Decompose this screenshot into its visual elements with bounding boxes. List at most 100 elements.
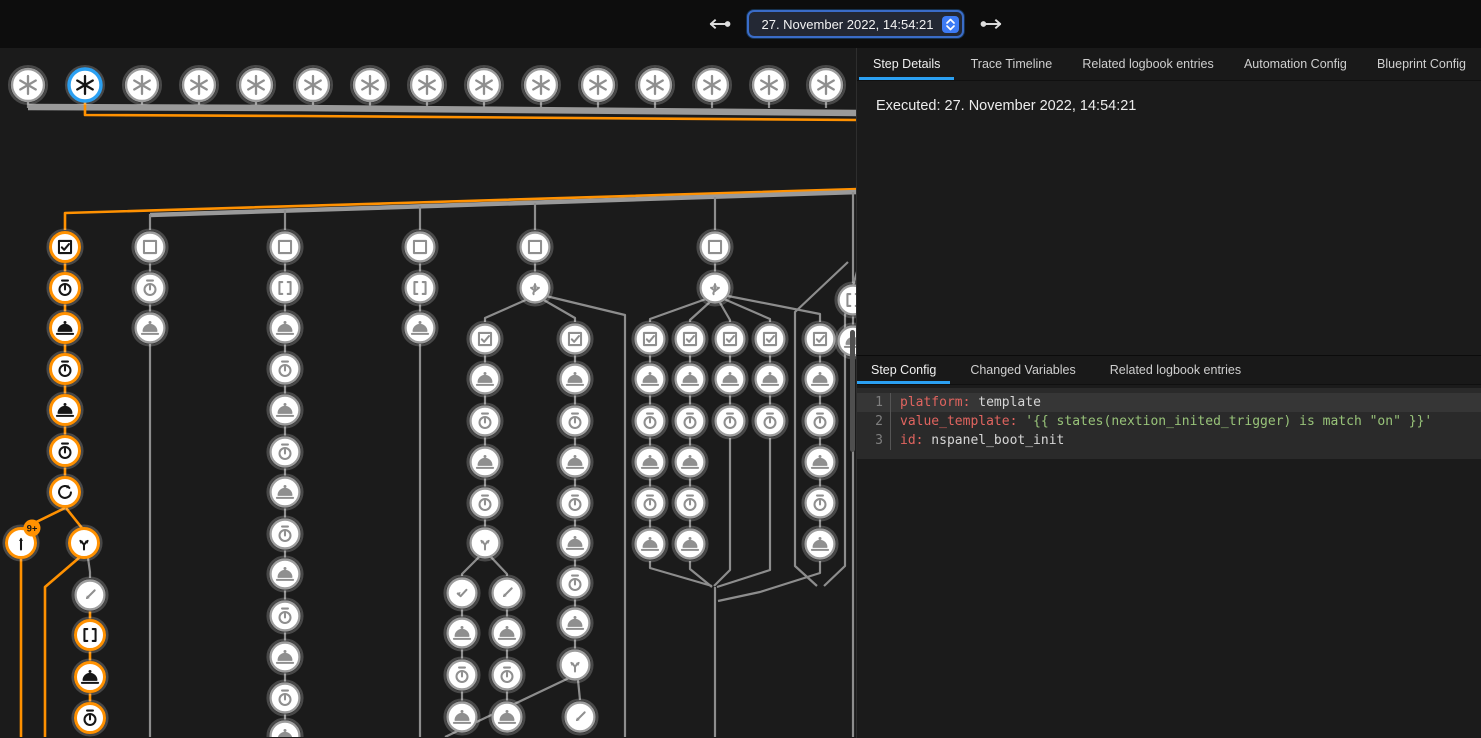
trace-node-service[interactable] <box>445 700 480 735</box>
trace-node-asterisk[interactable] <box>351 66 389 104</box>
trace-node-checkbox-marked[interactable] <box>753 322 788 357</box>
trace-node-asterisk[interactable] <box>237 66 275 104</box>
trace-node-checkbox-marked[interactable] <box>673 322 708 357</box>
trace-node-timer[interactable] <box>558 404 593 439</box>
trace-node-timer[interactable] <box>490 658 525 693</box>
tab-step-details[interactable]: Step Details <box>859 48 954 80</box>
code-editor[interactable]: 1platform: template2value_template: '{{ … <box>857 388 1481 459</box>
trace-node-timer[interactable] <box>268 599 303 634</box>
trace-node-service[interactable] <box>633 527 668 562</box>
trace-node-service[interactable] <box>403 311 438 346</box>
trace-node-checkbox-blank[interactable] <box>133 230 168 265</box>
trace-node-fork[interactable] <box>558 648 593 683</box>
tab-step-config[interactable]: Step Config <box>857 356 950 384</box>
trace-node-service[interactable] <box>268 475 303 510</box>
trace-node-service[interactable] <box>268 393 303 428</box>
trace-node-timer[interactable] <box>713 404 748 439</box>
trace-node-timer[interactable] <box>268 435 303 470</box>
trace-node-service[interactable] <box>803 445 838 480</box>
trace-node-service[interactable] <box>268 719 303 737</box>
trace-node-service[interactable] <box>558 445 593 480</box>
trace-node-repeat[interactable] <box>48 475 83 510</box>
trace-node-arrow-bottom-left[interactable] <box>490 576 525 611</box>
next-run-icon[interactable] <box>978 11 1004 37</box>
trace-node-service[interactable] <box>268 557 303 592</box>
trace-node-timer[interactable] <box>48 271 83 306</box>
trace-node-service[interactable] <box>633 445 668 480</box>
trace-node-service[interactable] <box>673 527 708 562</box>
trace-node-timer[interactable] <box>445 658 480 693</box>
trace-node-timer[interactable] <box>268 517 303 552</box>
trace-node-timer[interactable] <box>633 404 668 439</box>
trace-node-checkbox-marked[interactable] <box>468 322 503 357</box>
trace-node-service[interactable] <box>713 362 748 397</box>
trace-node-timer[interactable] <box>468 404 503 439</box>
trace-node-asterisk[interactable] <box>636 66 674 104</box>
trace-node-timer[interactable] <box>48 434 83 469</box>
trace-node-service[interactable] <box>803 527 838 562</box>
trace-node-service[interactable] <box>468 362 503 397</box>
trace-node-service[interactable] <box>48 393 83 428</box>
tab-related-logbook-entries[interactable]: Related logbook entries <box>1068 48 1227 80</box>
trace-node-timer[interactable] <box>633 486 668 521</box>
trace-node-service[interactable] <box>268 311 303 346</box>
trace-node-asterisk[interactable] <box>180 66 218 104</box>
trace-node-service[interactable] <box>633 362 668 397</box>
trace-node-checkbox-marked[interactable] <box>48 230 83 265</box>
trace-node-asterisk[interactable] <box>465 66 503 104</box>
trace-node-checkbox-blank[interactable] <box>698 230 733 265</box>
trace-node-check-arrow[interactable] <box>445 576 480 611</box>
trace-node-service[interactable] <box>753 362 788 397</box>
trace-node-checkbox-marked[interactable] <box>633 322 668 357</box>
trace-node-timer[interactable] <box>803 486 838 521</box>
graph-scrollbar[interactable] <box>850 330 855 452</box>
trace-node-service[interactable] <box>268 640 303 675</box>
trace-node-timer[interactable] <box>133 271 168 306</box>
trace-node-service[interactable] <box>445 616 480 651</box>
trace-node-checkbox-blank[interactable] <box>403 230 438 265</box>
trace-node-brackets[interactable] <box>73 618 108 653</box>
trace-node-brackets[interactable] <box>268 271 303 306</box>
tab-blueprint-config[interactable]: Blueprint Config <box>1363 48 1480 80</box>
trace-node-choose[interactable] <box>698 271 733 306</box>
trace-node-asterisk[interactable] <box>522 66 560 104</box>
trace-node-timer[interactable] <box>468 486 503 521</box>
trace-node-service[interactable] <box>490 616 525 651</box>
trace-node-timer[interactable] <box>673 404 708 439</box>
trace-node-arrow-bottom-left[interactable] <box>73 578 108 613</box>
trace-node-timer[interactable] <box>48 352 83 387</box>
trace-node-asterisk[interactable] <box>66 66 104 104</box>
trace-node-asterisk[interactable] <box>9 66 47 104</box>
trace-node-checkbox-blank[interactable] <box>268 230 303 265</box>
trace-node-checkbox-blank[interactable] <box>518 230 553 265</box>
trace-node-fork[interactable] <box>67 526 102 561</box>
trace-node-service[interactable] <box>673 445 708 480</box>
trace-node-timer[interactable] <box>558 566 593 601</box>
trace-node-timer[interactable] <box>268 352 303 387</box>
trace-node-service[interactable] <box>803 362 838 397</box>
trace-node-service[interactable] <box>73 660 108 695</box>
trace-node-arrow-bottom-left[interactable] <box>563 700 598 735</box>
trace-node-service[interactable] <box>468 445 503 480</box>
trace-node-fork[interactable] <box>468 526 503 561</box>
trace-node-timer[interactable] <box>803 404 838 439</box>
trace-node-checkbox-marked[interactable] <box>803 322 838 357</box>
tab-related-logbook-entries[interactable]: Related logbook entries <box>1096 356 1255 384</box>
tab-changed-variables[interactable]: Changed Variables <box>956 356 1089 384</box>
trace-node-service[interactable] <box>490 700 525 735</box>
trace-node-timer[interactable] <box>673 486 708 521</box>
trace-node-service[interactable] <box>673 362 708 397</box>
trace-node-timer[interactable] <box>73 701 108 736</box>
trace-node-service[interactable] <box>558 526 593 561</box>
trace-node-asterisk[interactable] <box>750 66 788 104</box>
trace-node-service[interactable] <box>133 311 168 346</box>
trace-node-brackets[interactable] <box>403 271 438 306</box>
trace-node-timer[interactable] <box>558 486 593 521</box>
trace-node-choose[interactable] <box>518 271 553 306</box>
trace-node-timer[interactable] <box>268 681 303 716</box>
trace-node-service[interactable] <box>558 362 593 397</box>
trace-node-asterisk[interactable] <box>123 66 161 104</box>
trace-node-asterisk[interactable] <box>294 66 332 104</box>
tab-trace-timeline[interactable]: Trace Timeline <box>957 48 1067 80</box>
trace-node-asterisk[interactable] <box>579 66 617 104</box>
